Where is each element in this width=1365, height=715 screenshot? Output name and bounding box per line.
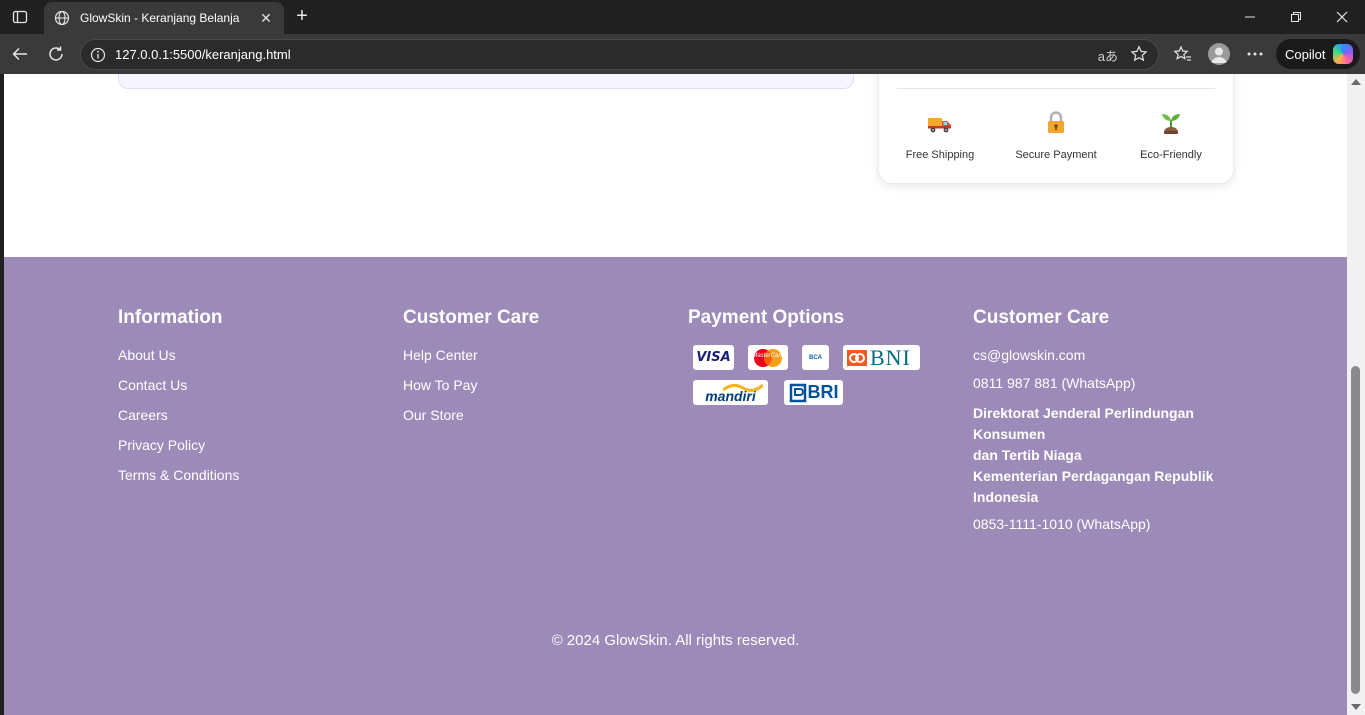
seedling-icon bbox=[1162, 114, 1180, 134]
profile-avatar[interactable] bbox=[1208, 43, 1230, 65]
summary-divider bbox=[897, 88, 1215, 89]
copilot-icon bbox=[1333, 44, 1354, 64]
copilot-button[interactable]: Copilot bbox=[1276, 39, 1360, 69]
footer-heading-customer-care: Customer Care bbox=[403, 307, 540, 328]
browser-toolbar: 127.0.0.1:5500/keranjang.html aあ bbox=[0, 34, 1365, 74]
new-tab-button[interactable]: + bbox=[290, 5, 314, 29]
url-text[interactable]: 127.0.0.1:5500/keranjang.html bbox=[115, 47, 291, 62]
close-window-icon[interactable] bbox=[1319, 0, 1365, 34]
page-viewport: Free Shipping Secure Payment Eco-Friendl… bbox=[4, 74, 1347, 715]
footer-customer-care: Customer Care Help Center How To Pay Our… bbox=[403, 307, 539, 437]
cart-items-panel bbox=[118, 74, 854, 89]
favorites-icon[interactable] bbox=[1172, 43, 1194, 65]
agency-line: Direktorat Jenderal Perlindungan Konsume… bbox=[973, 405, 1194, 442]
feature-label: Free Shipping bbox=[905, 149, 975, 161]
bni-logo: BNI bbox=[843, 345, 920, 370]
feature-free-shipping: Free Shipping bbox=[882, 109, 998, 163]
agency-line: dan Tertib Niaga bbox=[973, 447, 1082, 463]
browser-titlebar: GlowSkin - Keranjang Belanja ✕ + bbox=[0, 0, 1365, 34]
agency-phone[interactable]: 0853-1111-1010 (WhatsApp) bbox=[973, 516, 1243, 532]
bri-logo: BRI bbox=[784, 380, 843, 405]
link-our-store[interactable]: Our Store bbox=[403, 407, 539, 423]
tab-title: GlowSkin - Keranjang Belanja bbox=[80, 11, 240, 25]
contact-phone[interactable]: 0811 987 881 (WhatsApp) bbox=[973, 375, 1243, 391]
footer-heading-contact: Customer Care bbox=[973, 307, 1110, 328]
restore-icon[interactable] bbox=[1273, 0, 1319, 34]
lock-icon bbox=[1048, 111, 1064, 133]
site-footer: Information About Us Contact Us Careers … bbox=[4, 257, 1347, 715]
tab-actions-icon[interactable] bbox=[8, 6, 32, 28]
copilot-label: Copilot bbox=[1285, 46, 1326, 62]
address-bar[interactable]: 127.0.0.1:5500/keranjang.html aあ bbox=[80, 39, 1159, 70]
link-terms-conditions[interactable]: Terms & Conditions bbox=[118, 467, 239, 483]
visa-logo: VISA bbox=[693, 345, 734, 370]
agency-name: Direktorat Jenderal Perlindungan Konsume… bbox=[973, 403, 1243, 508]
favorite-star-icon[interactable] bbox=[1130, 45, 1148, 63]
minimize-icon[interactable] bbox=[1227, 0, 1273, 34]
browser-tab-active[interactable]: GlowSkin - Keranjang Belanja ✕ bbox=[44, 2, 284, 34]
link-help-center[interactable]: Help Center bbox=[403, 347, 539, 363]
agency-line: Kementerian Perdagangan Republik Indones… bbox=[973, 468, 1214, 505]
page-scrollbar[interactable] bbox=[1347, 74, 1365, 715]
truck-icon bbox=[928, 118, 951, 133]
mandiri-wave-icon bbox=[723, 383, 763, 392]
order-summary-card: Free Shipping Secure Payment Eco-Friendl… bbox=[878, 74, 1234, 184]
payment-logos: VISA MasterCard BCA BNI mandiri BRI bbox=[688, 345, 928, 405]
site-info-icon[interactable] bbox=[90, 47, 106, 63]
link-contact-us[interactable]: Contact Us bbox=[118, 377, 239, 393]
link-how-to-pay[interactable]: How To Pay bbox=[403, 377, 539, 393]
mastercard-logo: MasterCard bbox=[748, 345, 788, 370]
back-icon[interactable] bbox=[8, 42, 32, 66]
link-privacy-policy[interactable]: Privacy Policy bbox=[118, 437, 239, 453]
bni-mark-icon bbox=[847, 349, 867, 366]
bri-mark-icon bbox=[789, 383, 806, 402]
scroll-down-icon[interactable] bbox=[1351, 704, 1361, 710]
scrollbar-thumb[interactable] bbox=[1351, 366, 1360, 694]
more-menu-icon[interactable] bbox=[1244, 43, 1266, 65]
feature-eco-friendly: Eco-Friendly bbox=[1113, 109, 1229, 163]
footer-heading-information: Information bbox=[118, 307, 223, 328]
feature-label: Secure Payment bbox=[1015, 149, 1097, 161]
reload-icon[interactable] bbox=[44, 42, 68, 66]
globe-icon bbox=[54, 10, 70, 26]
read-aloud-icon[interactable]: aあ bbox=[1098, 46, 1118, 65]
tab-close-icon[interactable]: ✕ bbox=[258, 10, 274, 27]
footer-contact: Customer Care cs@glowskin.com 0811 987 8… bbox=[973, 307, 1243, 544]
link-careers[interactable]: Careers bbox=[118, 407, 239, 423]
footer-heading-payment: Payment Options bbox=[688, 307, 845, 328]
copyright-text: © 2024 GlowSkin. All rights reserved. bbox=[551, 632, 800, 649]
footer-payment-options: Payment Options VISA MasterCard BCA BNI bbox=[688, 307, 928, 405]
bca-logo: BCA bbox=[802, 345, 829, 370]
contact-email[interactable]: cs@glowskin.com bbox=[973, 347, 1243, 363]
scroll-up-icon[interactable] bbox=[1351, 79, 1361, 85]
feature-secure-payment: Secure Payment bbox=[998, 109, 1114, 163]
feature-label: Eco-Friendly bbox=[1140, 149, 1202, 161]
mandiri-logo: mandiri bbox=[693, 380, 768, 405]
link-about-us[interactable]: About Us bbox=[118, 347, 239, 363]
footer-information: Information About Us Contact Us Careers … bbox=[118, 307, 239, 497]
